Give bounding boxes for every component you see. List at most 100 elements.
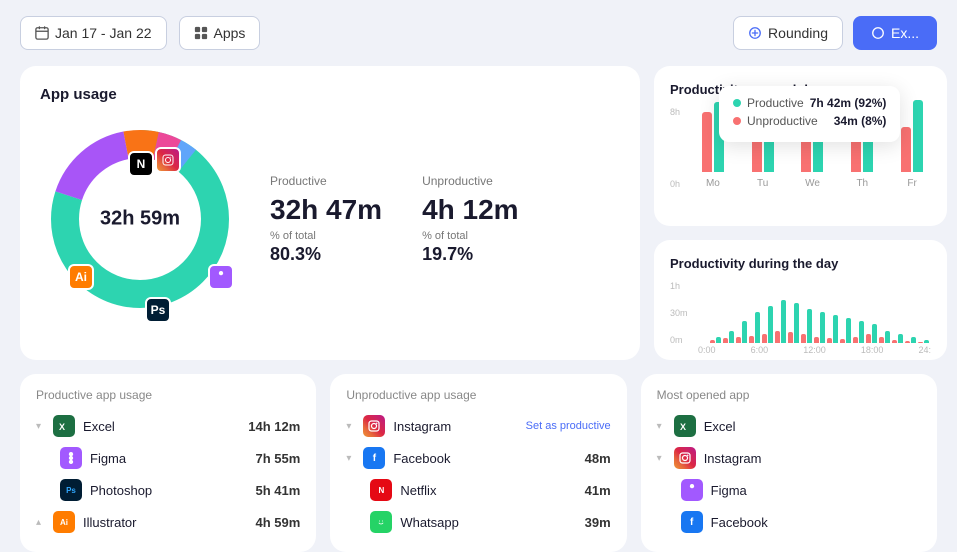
productive-figma-row: Figma 7h 55m [36, 442, 300, 474]
facebook-list-icon: f [363, 447, 385, 469]
topbar-right: Rounding Ex... [733, 16, 937, 50]
day-bar-unprod [918, 342, 923, 343]
day-bar-group [788, 303, 799, 343]
tooltip-unproductive-label: Unproductive [747, 114, 828, 128]
app-usage-panel: App usage [20, 66, 640, 360]
date-range-label: Jan 17 - Jan 22 [55, 25, 152, 41]
day-bar-group [749, 312, 760, 343]
tooltip-unproductive-value: 34m (8%) [834, 114, 887, 128]
day-bar-group [775, 300, 786, 343]
most-instagram-icon [674, 447, 696, 469]
productive-apps-title: Productive app usage [36, 388, 300, 402]
app-usage-title: App usage [40, 86, 620, 103]
productive-illustrator-row: ▴ Ai Illustrator 4h 59m [36, 506, 300, 538]
day-bar-unprod [905, 341, 910, 343]
bar-monday-unprod [702, 112, 712, 172]
app-usage-body: N Ai Ps 32h 59m [40, 119, 620, 319]
day-y-labels: 0m 30m 1h [670, 281, 688, 361]
whatsapp-list-icon [370, 511, 392, 533]
netflix-list-icon: N [370, 479, 392, 501]
most-opened-facebook: f Facebook [657, 506, 921, 538]
day-bar-prod [898, 334, 903, 343]
weekday-tooltip: Productive 7h 42m (92%) Unproductive 34m… [719, 86, 900, 142]
bar-friday-unprod [901, 127, 911, 172]
most-opened-instagram: ▾ Instagram [657, 442, 921, 474]
most-opened-card: Most opened app ▾ X Excel ▾ Instagram Fi… [641, 374, 937, 552]
topbar: Jan 17 - Jan 22 Apps Rounding Ex... [0, 0, 957, 66]
day-bars-container [698, 281, 931, 343]
weekday-chart-card: Productivity on weekdays Productive 7h 4… [654, 66, 947, 226]
tooltip-productive-row: Productive 7h 42m (92%) [733, 96, 886, 110]
export-label: Ex... [891, 25, 919, 41]
day-bar-group [918, 340, 929, 343]
day-bar-unprod [840, 339, 845, 343]
day-bar-unprod [853, 337, 858, 343]
day-bar-unprod [775, 331, 780, 343]
day-bar-prod [742, 321, 747, 343]
tooltip-productive-dot [733, 99, 741, 107]
day-bar-group [710, 337, 721, 343]
day-bar-unprod [710, 340, 715, 343]
rounding-icon [748, 26, 762, 40]
photoshop-list-icon: Ps [60, 479, 82, 501]
day-bar-group [723, 331, 734, 343]
tooltip-unproductive-row: Unproductive 34m (8%) [733, 114, 886, 128]
day-bar-unprod [749, 336, 754, 343]
day-x-labels: 0:00 6:00 12:00 18:00 24: [698, 345, 931, 355]
day-chart-body: 0m 30m 1h 0:00 6:00 12:00 18:00 24: [670, 281, 931, 361]
unproductive-whatsapp-row: Whatsapp 39m [346, 506, 610, 538]
bar-wednesday-label: We [805, 178, 820, 189]
day-bar-group [814, 312, 825, 343]
productive-photoshop-row: Ps Photoshop 5h 41m [36, 474, 300, 506]
svg-text:X: X [680, 422, 686, 432]
figma-list-icon [60, 447, 82, 469]
day-bar-prod [924, 340, 929, 343]
bar-friday-label: Fr [907, 178, 916, 189]
day-bar-prod [768, 306, 773, 343]
right-panel: Productivity on weekdays Productive 7h 4… [654, 66, 947, 360]
day-chart-title: Productivity during the day [670, 256, 931, 271]
unproductive-value: 4h 12m [422, 194, 519, 226]
bar-monday-label: Mo [706, 178, 720, 189]
apps-icon [194, 26, 208, 40]
apps-button[interactable]: Apps [179, 16, 261, 50]
productive-pct-label: % of total [270, 230, 382, 242]
most-opened-excel: ▾ X Excel [657, 410, 921, 442]
day-bar-unprod [723, 338, 728, 343]
rounding-button[interactable]: Rounding [733, 16, 843, 50]
productive-label: Productive [270, 174, 382, 188]
day-bar-prod [872, 324, 877, 343]
day-bar-group [801, 309, 812, 343]
day-bar-prod [781, 300, 786, 343]
productive-excel-row: ▾ X Excel 14h 12m [36, 410, 300, 442]
day-bar-unprod [827, 338, 832, 343]
date-range-button[interactable]: Jan 17 - Jan 22 [20, 16, 167, 50]
tooltip-productive-value: 7h 42m (92%) [810, 96, 887, 110]
bottom-panels: Productive app usage ▾ X Excel 14h 12m F… [0, 374, 957, 552]
unproductive-stat: Unproductive 4h 12m % of total 19.7% [422, 174, 519, 265]
day-bar-group [736, 321, 747, 343]
day-bar-prod [885, 331, 890, 343]
day-bar-group [827, 315, 838, 343]
unproductive-label: Unproductive [422, 174, 519, 188]
unproductive-pct: 19.7% [422, 244, 519, 265]
day-bar-unprod [762, 334, 767, 343]
export-button[interactable]: Ex... [853, 16, 937, 50]
instagram-list-icon [363, 415, 385, 437]
day-bar-prod [820, 312, 825, 343]
most-opened-title: Most opened app [657, 388, 921, 402]
day-bar-group [892, 334, 903, 343]
day-bar-prod [859, 321, 864, 343]
day-bar-group [762, 306, 773, 343]
day-bar-unprod [736, 337, 741, 343]
main-content: App usage [0, 66, 957, 360]
unproductive-facebook-row: ▾ f Facebook 48m [346, 442, 610, 474]
stats-area: Productive 32h 47m % of total 80.3% Unpr… [270, 174, 519, 265]
most-opened-figma: Figma [657, 474, 921, 506]
day-bar-group [840, 318, 851, 343]
day-bar-group [879, 331, 890, 343]
y-top-label: 8h [670, 107, 680, 117]
day-bar-prod [755, 312, 760, 343]
day-bar-prod [729, 331, 734, 343]
day-bar-unprod [879, 337, 884, 343]
